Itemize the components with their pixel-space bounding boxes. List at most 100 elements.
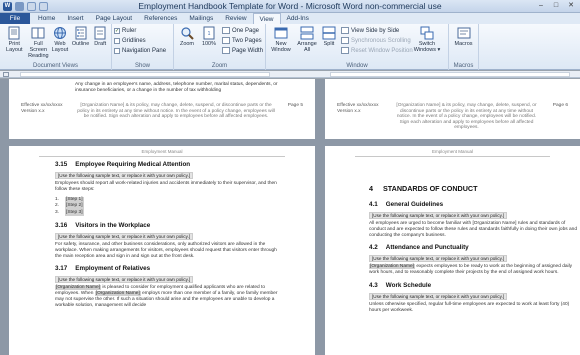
group-label-document-views: Document Views	[33, 63, 78, 69]
tab-insert[interactable]: Insert	[61, 13, 89, 24]
sample-text-note: [Use the following sample text, or repla…	[369, 255, 508, 263]
list-item: 3. [Step 3]	[55, 209, 280, 217]
sync-scrolling-icon	[341, 37, 349, 44]
navigation-pane-checkbox[interactable]: Navigation Pane	[114, 46, 166, 55]
sync-scrolling-button[interactable]: Synchronous Scrolling	[341, 36, 413, 45]
checkbox-empty-icon	[114, 47, 120, 54]
one-page-label: One Page	[231, 27, 259, 34]
two-pages-icon	[221, 37, 230, 44]
print-layout-icon	[7, 26, 21, 40]
outline-label: Outline	[71, 41, 90, 47]
section-heading: 4.1 General Guidelines	[369, 201, 577, 208]
footer-disclaimer: [Organization Name] & its policy, may ch…	[77, 103, 275, 120]
group-window: New Window Arrange All Split View Side b…	[266, 24, 449, 70]
ruler-label: Ruler	[122, 27, 137, 34]
page-left[interactable]: Employment Manual 3.15 Employee Requiring…	[9, 146, 315, 355]
header-divider	[355, 156, 550, 157]
reset-window-icon	[341, 47, 349, 54]
tab-file[interactable]: File	[0, 13, 30, 24]
minimize-button[interactable]: –	[534, 1, 548, 11]
paragraph: Unless otherwise specified, regular full…	[369, 301, 570, 313]
tab-references[interactable]: References	[138, 13, 183, 24]
section-number: 4	[369, 184, 373, 193]
section-number: 3.15	[55, 161, 68, 168]
magnifier-icon	[180, 26, 194, 40]
split-icon	[322, 26, 336, 40]
sample-text-note: [Use the following sample text, or repla…	[369, 212, 508, 219]
document-area[interactable]: Any change in an employee's name, addres…	[0, 79, 580, 355]
close-button[interactable]: ✕	[564, 1, 578, 11]
section-title: Work Schedule	[385, 281, 432, 289]
reset-window-position-label: Reset Window Position	[351, 47, 413, 54]
one-page-icon	[221, 27, 230, 34]
sync-scrolling-label: Synchronous Scrolling	[351, 37, 411, 44]
footer-page-number: Page 5	[287, 103, 303, 108]
section-number: 3.16	[55, 222, 68, 230]
macros-icon	[457, 26, 471, 40]
ruler-left-page[interactable]	[20, 72, 270, 77]
checkmark-icon: ✓	[114, 27, 120, 34]
tab-page-layout[interactable]: Page Layout	[90, 13, 139, 24]
checkbox-empty-icon	[114, 37, 120, 44]
reset-window-position-button[interactable]: Reset Window Position	[341, 46, 413, 55]
section-number: 4.3	[369, 281, 378, 289]
section-title: STANDARDS OF CONDUCT	[383, 184, 478, 193]
group-label-show: Show	[134, 63, 150, 69]
paragraph: Employees should report all work-related…	[55, 181, 277, 192]
paragraph: All employees are urged to become famili…	[369, 221, 577, 238]
arrange-all-label: Arrange All	[297, 41, 317, 53]
tab-review[interactable]: Review	[219, 13, 252, 24]
section-title: General Guidelines	[385, 201, 444, 208]
tab-selector-icon[interactable]	[3, 72, 9, 77]
section-number: 4.1	[369, 201, 378, 208]
tab-home[interactable]: Home	[32, 13, 61, 24]
tab-view[interactable]: View	[252, 13, 281, 24]
tab-add-ins[interactable]: Add-Ins	[281, 13, 315, 24]
two-pages-button[interactable]: Two Pages	[221, 36, 263, 45]
switch-windows-label: Switch Windows ▾	[413, 41, 441, 53]
ruler-right-page[interactable]	[330, 72, 570, 77]
page-text: Any change in an employee's name, addres…	[75, 82, 278, 93]
ruler-checkbox[interactable]: ✓ Ruler	[114, 26, 166, 35]
page-header: Employment Manual	[141, 149, 183, 154]
section-heading: 3.17 Employment of Relatives	[55, 265, 280, 272]
group-document-views: Print Layout Full Screen Reading Web Lay…	[0, 24, 112, 70]
split-label: Split	[323, 41, 335, 47]
gridlines-checkbox[interactable]: Gridlines	[114, 36, 166, 45]
group-show: ✓ Ruler Gridlines Navigation Pane Show	[112, 24, 174, 70]
svg-text:1: 1	[208, 31, 211, 37]
footer-disclaimer: [Organization Name] & its policy, may ch…	[396, 103, 537, 131]
one-page-button[interactable]: One Page	[221, 26, 263, 35]
view-side-by-side-label: View Side by Side	[351, 27, 400, 34]
group-macros: Macros Macros	[449, 24, 479, 70]
gridlines-label: Gridlines	[122, 37, 146, 44]
navigation-pane-label: Navigation Pane	[122, 47, 167, 54]
page-width-label: Page Width	[231, 47, 263, 54]
page-width-button[interactable]: Page Width	[221, 46, 263, 55]
draft-icon	[93, 26, 107, 40]
full-screen-reading-label: Full Screen Reading	[28, 41, 49, 59]
sample-text-note: [Use the following sample text, or repla…	[55, 172, 194, 179]
section-number: 3.17	[55, 265, 68, 273]
section-title: Employment of Relatives	[75, 265, 151, 273]
two-pages-label: Two Pages	[231, 37, 262, 44]
page-footer: Effective xx/xx/xxxx Version x.x [Organi…	[325, 103, 580, 131]
ribbon-tabs: File Home Insert Page Layout References …	[0, 13, 580, 24]
section-title: Attendance and Punctuality	[385, 244, 469, 252]
web-layout-icon	[53, 26, 67, 40]
maximize-button[interactable]: □	[549, 1, 563, 11]
page-right[interactable]: Employment Manual 4 STANDARDS OF CONDUCT …	[325, 146, 580, 355]
window-controls: – □ ✕	[534, 1, 578, 11]
organization-name-field: [Organization Name]	[55, 285, 101, 291]
page-6-bottom[interactable]: Effective xx/xx/xxxx Version x.x [Organi…	[325, 79, 580, 139]
page-5-bottom[interactable]: Any change in an employee's name, addres…	[9, 79, 315, 139]
horizontal-ruler	[0, 71, 580, 78]
arrange-all-icon	[300, 26, 314, 40]
web-layout-label: Web Layout	[51, 41, 69, 53]
side-by-side-icon	[341, 27, 349, 34]
zoom-label: Zoom	[179, 41, 195, 47]
view-side-by-side-button[interactable]: View Side by Side	[341, 26, 413, 35]
tab-mailings[interactable]: Mailings	[183, 13, 219, 24]
title-bar: W Employment Handbook Template for Word …	[0, 0, 580, 13]
group-label-zoom: Zoom	[211, 63, 228, 69]
